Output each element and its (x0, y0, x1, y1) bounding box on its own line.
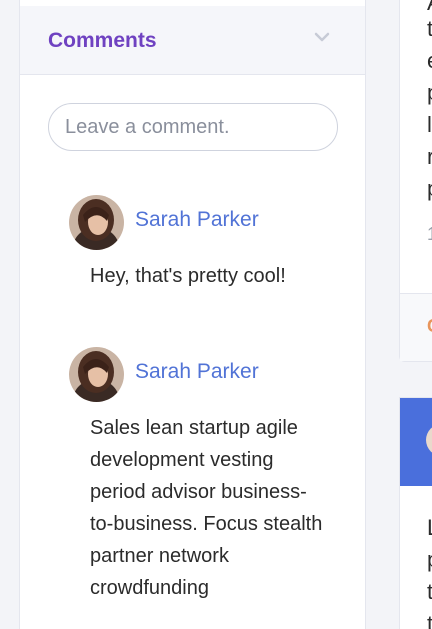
footer-link-fragment[interactable]: C (427, 316, 432, 337)
text-fragment: p (427, 547, 432, 573)
comments-card: Comments Sarah Parker Hey, that's pretty… (19, 0, 366, 629)
article-card-partial: L p t t (399, 397, 432, 629)
comment-author-link[interactable]: Sarah Parker (135, 360, 259, 384)
avatar[interactable] (69, 347, 124, 402)
text-fragment: p (427, 176, 432, 202)
text-fragment: r (427, 144, 432, 169)
page: Comments Sarah Parker Hey, that's pretty… (0, 0, 432, 629)
text-fragment: t (427, 579, 432, 604)
card-footer: C (400, 293, 432, 361)
comments-title: Comments (48, 29, 157, 52)
text-fragment: L (427, 515, 432, 541)
text-fragment: l (427, 112, 432, 137)
chevron-down-icon[interactable] (313, 30, 331, 44)
article-card-partial: A t e p l r p 1 C (399, 0, 432, 362)
text-fragment: t (427, 16, 432, 41)
comment-author-link[interactable]: Sarah Parker (135, 208, 259, 232)
text-fragment: A (427, 0, 432, 16)
comment-text: Hey, that's pretty cool! (90, 265, 286, 287)
meta-fragment: 1 (427, 224, 432, 245)
comment-text: Sales lean startup agile development ves… (90, 417, 323, 599)
text-fragment: t (427, 611, 432, 629)
text-fragment: p (427, 80, 432, 106)
comment-input[interactable] (48, 103, 338, 151)
avatar[interactable] (69, 195, 124, 250)
text-fragment: e (427, 48, 432, 74)
card-banner (400, 398, 432, 486)
comments-header[interactable]: Comments (20, 6, 365, 75)
